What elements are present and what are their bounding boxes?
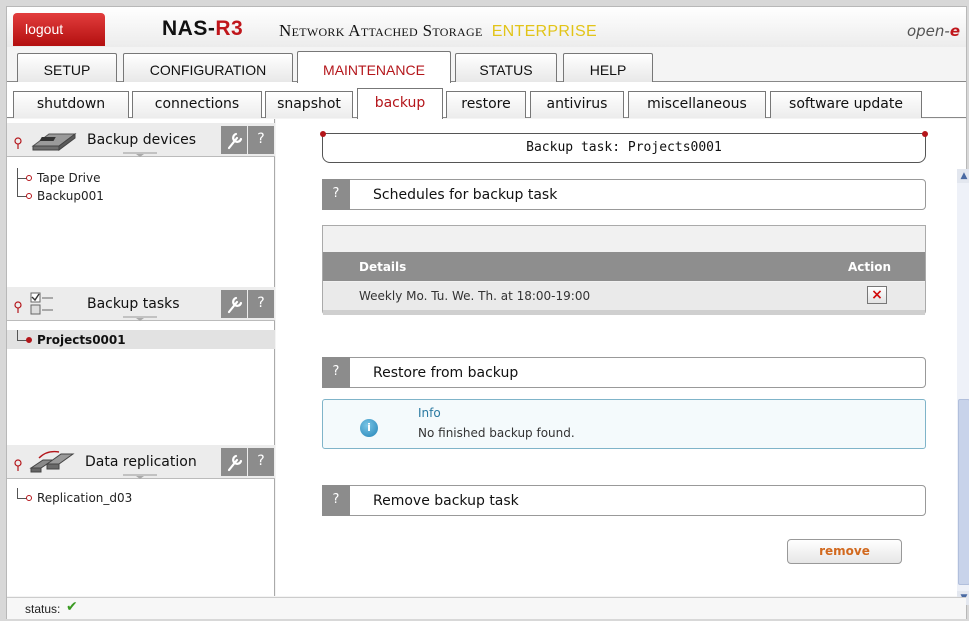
schedules-header: ? Schedules for backup task	[322, 179, 926, 210]
check-icon: ✔	[66, 599, 78, 615]
vendor-logo-suffix: e	[949, 22, 960, 40]
left-panel: Backup devices ? Tape Drive Backup001 Ba…	[7, 119, 275, 596]
wrench-icon	[227, 454, 243, 472]
subtab-miscellaneous[interactable]: miscellaneous	[628, 91, 766, 118]
subtab-snapshot[interactable]: snapshot	[265, 91, 353, 118]
pin-icon	[14, 459, 22, 471]
section-title: Backup tasks	[87, 296, 180, 312]
section-title: Restore from backup	[373, 365, 519, 381]
schedules-table: Details Action Weekly Mo. Tu. We. Th. at…	[322, 225, 926, 315]
section-data-replication[interactable]: Data replication ?	[7, 445, 275, 479]
corner-pin-icon	[320, 131, 326, 137]
subtab-antivirus[interactable]: antivirus	[530, 91, 624, 118]
info-title: Info	[418, 406, 441, 420]
section-title: Schedules for backup task	[373, 187, 558, 203]
main-content: Backup task: Projects0001 ? Schedules fo…	[276, 119, 969, 605]
subtitle-text: Network Attached Storage	[279, 21, 483, 40]
status-label: status:	[25, 602, 61, 616]
corner-pin-icon	[922, 131, 928, 137]
status-bar: status: ✔	[7, 597, 966, 619]
sub-nav: shutdown connections snapshot backup res…	[7, 82, 966, 119]
section-title: Backup devices	[87, 132, 197, 148]
brand-suffix: R3	[215, 17, 244, 40]
subtab-connections[interactable]: connections	[132, 91, 262, 118]
tab-maintenance[interactable]: MAINTENANCE	[297, 51, 451, 83]
tape-drive-icon	[31, 133, 77, 151]
replication-icon	[29, 450, 75, 473]
remove-button[interactable]: remove	[787, 539, 902, 564]
tree-item-replication[interactable]: Replication_d03	[17, 488, 133, 505]
tab-help[interactable]: HELP	[563, 53, 653, 82]
edition-label: ENTERPRISE	[491, 23, 597, 40]
tree-item-label: Tape Drive	[37, 171, 101, 185]
info-icon: i	[360, 419, 378, 437]
help-button[interactable]: ?	[322, 179, 350, 210]
tree-item-label: Replication_d03	[37, 491, 133, 505]
help-button[interactable]: ?	[248, 448, 274, 476]
task-list-icon	[30, 292, 53, 315]
subtab-backup[interactable]: backup	[357, 88, 443, 119]
remove-header: ? Remove backup task	[322, 485, 926, 516]
tree-item-label: Backup001	[37, 189, 104, 203]
page-title: Backup task: Projects0001	[526, 140, 722, 155]
product-subtitle: Network Attached Storage ENTERPRISE	[279, 21, 597, 41]
settings-button[interactable]	[221, 290, 247, 318]
task-title-box: Backup task: Projects0001	[320, 131, 928, 163]
settings-button[interactable]	[221, 448, 247, 476]
main-nav: SETUP CONFIGURATION MAINTENANCE STATUS H…	[7, 47, 966, 83]
logout-button[interactable]: logout	[13, 13, 105, 46]
column-header-action: Action	[847, 260, 891, 274]
section-backup-tasks[interactable]: Backup tasks ?	[7, 287, 275, 321]
vendor-logo: open-e	[907, 22, 960, 40]
table-footer	[323, 310, 925, 315]
help-button[interactable]: ?	[248, 126, 274, 154]
table-header: Details Action	[323, 252, 925, 281]
section-title: Data replication	[85, 454, 197, 470]
grip-handle[interactable]	[123, 152, 157, 158]
wrench-icon	[227, 132, 243, 150]
subtab-restore[interactable]: restore	[446, 91, 526, 118]
header-bar: logout NAS-R3 Network Attached Storage E…	[7, 7, 966, 47]
scroll-up-icon[interactable]: ▲	[957, 169, 969, 183]
tab-configuration[interactable]: CONFIGURATION	[123, 53, 293, 82]
tab-setup[interactable]: SETUP	[17, 53, 117, 82]
tree-item-task[interactable]: Projects0001	[17, 330, 126, 347]
grip-handle[interactable]	[123, 474, 157, 480]
vertical-scrollbar[interactable]: ▲ ▼	[957, 169, 969, 605]
scroll-thumb[interactable]	[958, 399, 969, 585]
tree-item-label: Projects0001	[37, 333, 126, 347]
help-button[interactable]: ?	[322, 357, 350, 388]
column-header-details: Details	[359, 260, 407, 274]
close-icon: ×	[871, 287, 883, 303]
section-title: Remove backup task	[373, 493, 519, 509]
info-box: i Info No finished backup found.	[322, 399, 926, 449]
subtab-software-update[interactable]: software update	[770, 91, 922, 118]
tree-item-device[interactable]: Tape Drive	[17, 168, 101, 185]
pin-icon	[14, 137, 22, 149]
help-button[interactable]: ?	[322, 485, 350, 516]
help-button[interactable]: ?	[248, 290, 274, 318]
tree-item-device[interactable]: Backup001	[17, 177, 104, 203]
settings-button[interactable]	[221, 126, 247, 154]
table-row: Weekly Mo. Tu. We. Th. at 18:00-19:00 ×	[323, 282, 925, 310]
tab-status[interactable]: STATUS	[455, 53, 557, 82]
info-message: No finished backup found.	[418, 426, 575, 440]
app-window: logout NAS-R3 Network Attached Storage E…	[6, 6, 969, 619]
schedule-details: Weekly Mo. Tu. We. Th. at 18:00-19:00	[359, 289, 591, 303]
brand-prefix: NAS-	[162, 17, 216, 40]
wrench-icon	[227, 296, 243, 314]
brand-logo: NAS-R3	[162, 17, 243, 41]
grip-handle[interactable]	[123, 316, 157, 322]
vendor-logo-prefix: open-	[906, 22, 950, 40]
subtab-shutdown[interactable]: shutdown	[13, 91, 129, 118]
restore-header: ? Restore from backup	[322, 357, 926, 388]
section-backup-devices[interactable]: Backup devices ?	[7, 123, 275, 157]
delete-schedule-button[interactable]: ×	[867, 286, 887, 304]
pin-icon	[14, 301, 22, 313]
